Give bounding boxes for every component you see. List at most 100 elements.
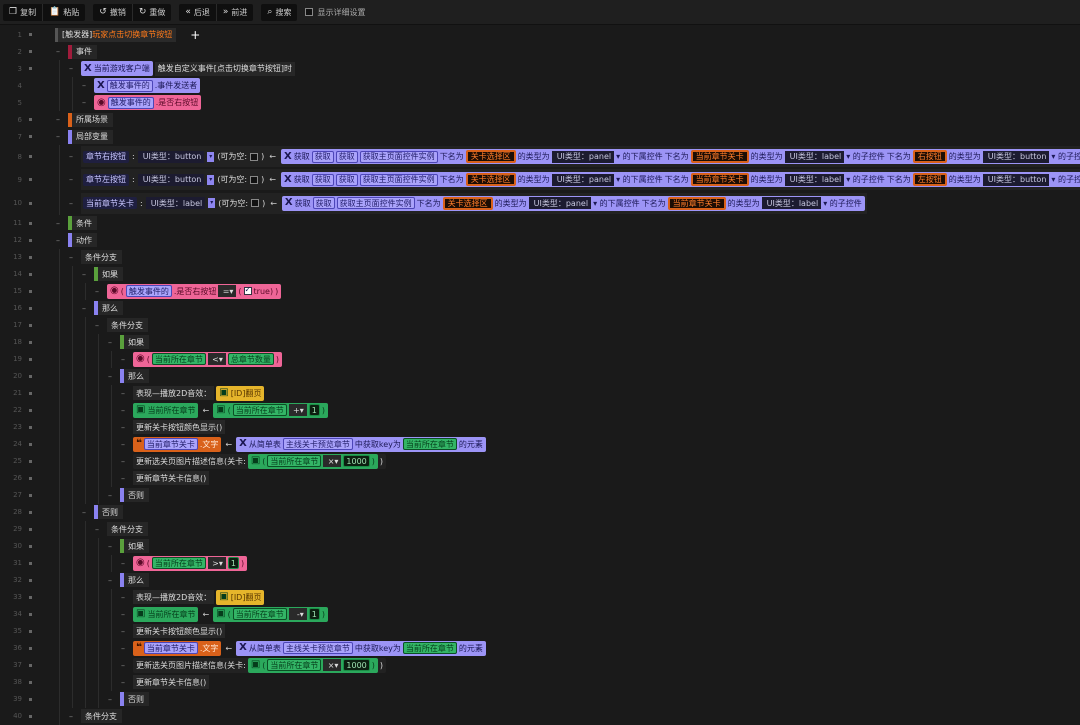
expression-operand[interactable]: 触发事件的 <box>107 96 154 109</box>
expression-block-purple[interactable]: X 获取 获取 获取 获取主页面控件实例 下名为 关卡选择区 的类型为 UI类型：panel ▾ … <box>280 172 1080 188</box>
expression-operand[interactable]: 总章节数量 <box>227 353 274 366</box>
expression-operand[interactable]: 章节右按钮 <box>83 150 129 163</box>
expression-block-purple[interactable]: X 当前游戏客户端 <box>81 61 153 76</box>
expression-block-green[interactable]: ▣ 当前所在章节 <box>133 402 199 418</box>
expression-operand[interactable]: 当前所在章节 <box>232 404 287 417</box>
trigger-title[interactable]: [触发器] 玩家点击切换章节按钮 <box>55 27 177 42</box>
expression-operand[interactable]: 获取 <box>312 197 335 210</box>
collapse-toggle[interactable]: – <box>69 64 73 73</box>
section-header-条件分支[interactable]: 条件分支 <box>107 318 148 333</box>
type-selector[interactable]: UI类型：panel <box>551 173 615 186</box>
string-input[interactable]: 当前章节关卡 <box>690 150 749 164</box>
expression-operand[interactable]: 主线关卡预览章节 <box>282 438 353 451</box>
expression-operand[interactable]: 当前章节关卡 <box>143 438 198 451</box>
action-label[interactable]: 更新关卡按钮颜色显示() <box>133 420 226 435</box>
type-selector[interactable]: UI类型：label <box>784 150 845 163</box>
section-header-那么[interactable]: 那么 <box>94 301 123 316</box>
expression-operand[interactable]: 获取主页面控件实例 <box>359 173 438 186</box>
expression-operand[interactable]: 当前所在章节 <box>402 642 457 655</box>
checkbox[interactable] <box>250 152 259 161</box>
type-selector[interactable]: UI类型：label <box>784 173 845 186</box>
checkbox[interactable] <box>243 285 252 296</box>
collapse-toggle[interactable]: – <box>82 304 86 313</box>
expression-operand[interactable]: 当前所在章节 <box>267 455 322 468</box>
section-header-那么[interactable]: 那么 <box>120 573 149 588</box>
type-selector[interactable]: UI类型：label <box>145 197 206 210</box>
collapse-toggle[interactable]: – <box>108 491 112 500</box>
expression-block-green[interactable]: ▣(当前所在章节 - ▾ 1) <box>213 606 328 622</box>
expression-block-pink[interactable]: ◉ 触发事件的 .是否右按钮 <box>94 95 202 110</box>
collapse-toggle[interactable]: – <box>108 695 112 704</box>
expression-operand[interactable]: 主线关卡预览章节 <box>282 642 353 655</box>
checkbox[interactable] <box>305 8 314 16</box>
detail-settings-toggle[interactable]: 显示详细设置 <box>305 7 365 18</box>
type-selector[interactable]: UI类型：panel <box>528 197 592 210</box>
toolbar-button-back[interactable]: «后退 <box>179 3 217 21</box>
type-selector[interactable]: UI类型：button <box>137 173 205 186</box>
action-label[interactable]: 表现—播放2D音效： <box>133 590 215 605</box>
action-label[interactable]: 更新关卡按钮颜色显示() <box>133 624 226 639</box>
expression-block-orange[interactable]: ❝ 当前章节关卡 .文字 <box>133 640 222 656</box>
string-input[interactable]: 当前章节关卡 <box>690 173 749 187</box>
action-label[interactable]: 更新章节关卡信息() <box>133 471 210 486</box>
string-input[interactable]: 关卡选择区 <box>465 150 516 164</box>
expression-block-purple[interactable]: X 从简单表 主线关卡预览章节 中获取key为 当前所在章节 的元素 <box>236 436 486 452</box>
expression-block-dark[interactable]: 更新选关页图片描述信息(关卡: ▣(当前所在章节 × ▾ 1000)) <box>133 453 387 469</box>
section-header-否则[interactable]: 否则 <box>120 488 149 503</box>
toolbar-button-paste[interactable]: 📋 粘贴 <box>43 4 85 21</box>
local-variable-definition[interactable]: 章节右按钮: UI类型：button ▾ (可为空:) ← X 获取 获取 获取 获取主页面控件实… <box>81 146 1080 168</box>
type-selector[interactable]: UI类型：button <box>982 150 1050 163</box>
operator-select[interactable]: × ▾ <box>323 455 342 468</box>
toolbar-button-search[interactable]: ⌕ 搜索 <box>261 4 297 21</box>
section-header-事件[interactable]: 事件 <box>68 44 97 59</box>
expression-block-green[interactable]: ▣(当前所在章节 × ▾ 1000) <box>247 453 378 469</box>
checkbox[interactable] <box>251 199 260 208</box>
expression-block-purple[interactable]: X 从简单表 主线关卡预览章节 中获取key为 当前所在章节 的元素 <box>236 640 486 656</box>
number-input[interactable]: 1 <box>308 404 320 417</box>
collapse-toggle[interactable]: – <box>95 321 99 330</box>
expression-operand[interactable]: 当前章节关卡 <box>143 642 198 655</box>
action-label[interactable]: 触发自定义事件[点击切换章节按钮]时 <box>154 61 295 76</box>
section-header-条件[interactable]: 条件 <box>68 216 97 231</box>
string-input[interactable]: 关卡选择区 <box>465 173 516 187</box>
expression-block-green[interactable]: ▣(当前所在章节 + ▾ 1) <box>213 402 328 418</box>
operator-select[interactable]: × ▾ <box>323 659 342 672</box>
expression-operand[interactable]: 获取主页面控件实例 <box>336 197 415 210</box>
expression-block-green[interactable]: ▣(当前所在章节 × ▾ 1000) <box>247 657 378 673</box>
section-header-否则[interactable]: 否则 <box>120 692 149 707</box>
expression-block-purple[interactable]: X 获取 获取 获取 获取主页面控件实例 下名为 关卡选择区 的类型为 UI类型：panel ▾ … <box>280 149 1080 165</box>
section-header-如果[interactable]: 如果 <box>94 267 123 282</box>
expression-block-pink[interactable]: ◉(当前所在章节 < ▾ 总章节数量) <box>133 351 282 367</box>
add-button[interactable]: + <box>190 28 200 42</box>
dropdown-arrow-icon[interactable]: ▾ <box>208 198 216 209</box>
collapse-toggle[interactable]: – <box>82 508 86 517</box>
action-label[interactable]: 更新章节关卡信息() <box>133 675 210 690</box>
collapse-toggle[interactable]: – <box>56 236 60 245</box>
number-input[interactable]: 1 <box>308 608 320 621</box>
local-variable-definition[interactable]: 章节左按钮: UI类型：button ▾ (可为空:) ← X 获取 获取 获取 获取主页面控件实… <box>81 169 1080 191</box>
operator-select[interactable]: < ▾ <box>207 353 226 366</box>
expression-operand[interactable]: 获取 <box>335 150 358 163</box>
string-input[interactable]: 当前章节关卡 <box>667 196 726 210</box>
collapse-toggle[interactable]: – <box>108 372 112 381</box>
type-selector[interactable]: UI类型：label <box>761 197 822 210</box>
expression-operand[interactable]: 触发事件的 <box>125 285 172 298</box>
expression-operand[interactable]: 获取主页面控件实例 <box>359 150 438 163</box>
type-selector[interactable]: UI类型：panel <box>551 150 615 163</box>
type-selector[interactable]: UI类型：button <box>982 173 1050 186</box>
collapse-toggle[interactable]: – <box>56 219 60 228</box>
expression-block-green[interactable]: ▣ 当前所在章节 <box>133 606 199 622</box>
expression-operand[interactable]: 章节左按钮 <box>83 173 129 186</box>
expression-block-yellow[interactable]: ▣ [ID]翻页 <box>216 385 265 401</box>
section-header-那么[interactable]: 那么 <box>120 369 149 384</box>
operator-select[interactable]: + ▾ <box>288 404 307 417</box>
section-header-条件分支[interactable]: 条件分支 <box>107 522 148 537</box>
operator-select[interactable]: > ▾ <box>207 557 226 570</box>
trigger-name[interactable]: 玩家点击切换章节按钮 <box>92 29 172 40</box>
string-input[interactable]: 关卡选择区 <box>442 196 493 210</box>
section-header-局部变量[interactable]: 局部变量 <box>68 129 113 144</box>
expression-operand[interactable]: 获取 <box>311 150 334 163</box>
dropdown-arrow-icon[interactable]: ▾ <box>207 151 215 162</box>
section-header-如果[interactable]: 如果 <box>120 539 149 554</box>
toolbar-button-redo[interactable]: ↻ 重做 <box>133 4 172 21</box>
